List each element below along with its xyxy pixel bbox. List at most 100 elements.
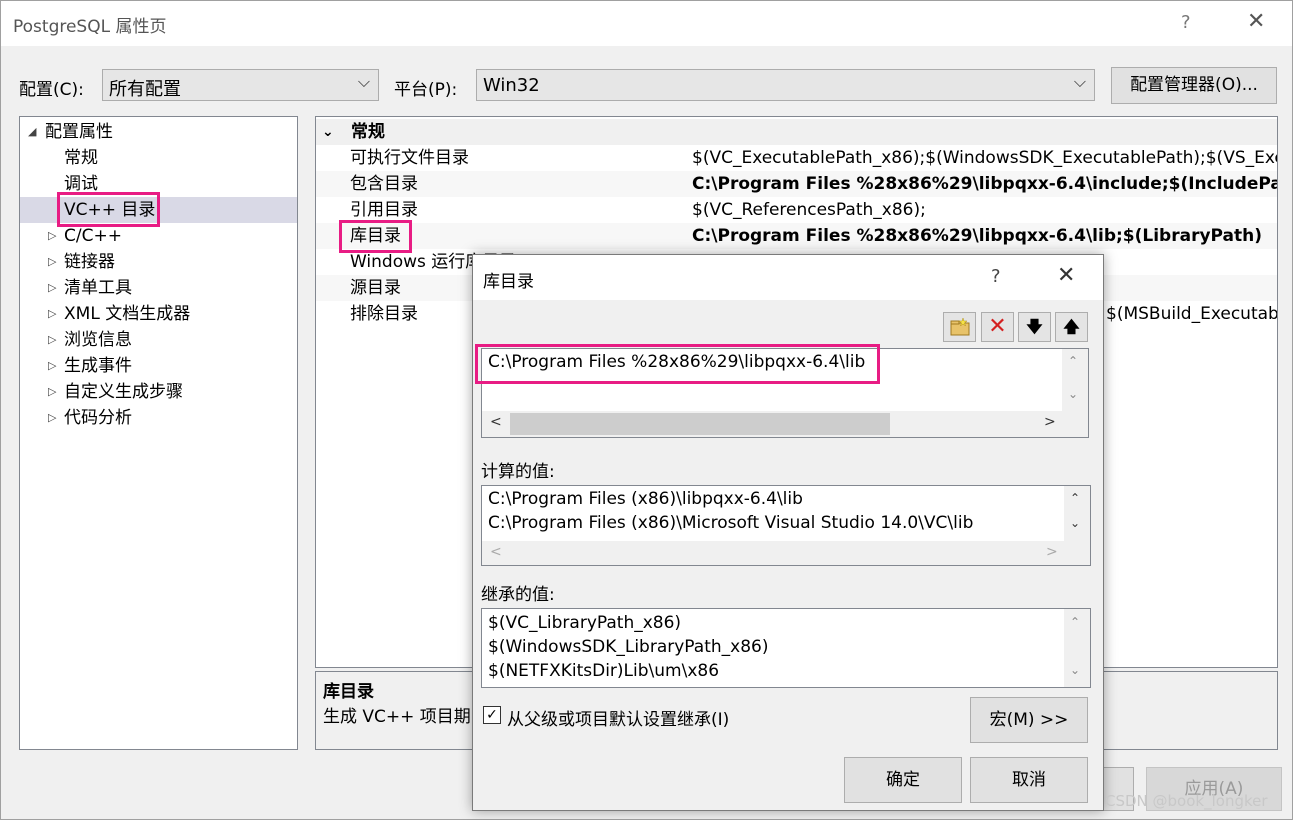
category-label: 常规: [351, 122, 385, 142]
cancel-button[interactable]: 取消: [970, 757, 1088, 803]
scroll-up-icon[interactable]: ⌃: [1070, 615, 1080, 629]
triangle-right-icon[interactable]: ▷: [48, 353, 56, 379]
tree-item-label: 常规: [64, 148, 98, 168]
triangle-right-icon[interactable]: ▷: [48, 275, 56, 301]
tree-item[interactable]: ▷ 自定义生成步骤: [20, 379, 297, 405]
tree-item-selected[interactable]: VC++ 目录: [20, 197, 297, 223]
horizontal-scrollbar[interactable]: < >: [482, 541, 1090, 565]
vertical-scrollbar[interactable]: ⌃ ⌄: [1064, 609, 1090, 687]
close-icon[interactable]: ✕: [1247, 9, 1265, 34]
tree-item[interactable]: ▷ 清单工具: [20, 275, 297, 301]
dialog-title: 库目录: [483, 272, 534, 292]
scroll-up-icon[interactable]: ⌃: [1070, 491, 1080, 505]
scroll-right-icon[interactable]: >: [1046, 544, 1058, 560]
property-row[interactable]: 包含目录 C:\Program Files %28x86%29\libpqxx-6…: [316, 171, 1277, 197]
evaluated-label: 计算的值:: [481, 462, 555, 482]
dialog-title-bar: 库目录 ? ✕: [473, 255, 1103, 300]
tree-item[interactable]: 常规: [20, 145, 297, 171]
property-value: $(VC_ReferencesPath_x86);: [692, 200, 926, 220]
inherited-line: $(VC_LibraryPath_x86): [488, 613, 682, 633]
triangle-right-icon[interactable]: ▷: [48, 249, 56, 275]
settings-tree: ◢ 配置属性 常规 调试 VC++ 目录 ▷ C/C++ ▷ 链接器 ▷ 清单工具 ▷…: [19, 116, 298, 750]
config-value: 所有配置: [109, 79, 181, 100]
tree-item[interactable]: ▷ 链接器: [20, 249, 297, 275]
tree-item[interactable]: ▷ 代码分析: [20, 405, 297, 431]
property-name: 可执行文件目录: [350, 148, 469, 168]
move-down-button[interactable]: 🡇: [1018, 312, 1051, 342]
vertical-scrollbar[interactable]: ⌃ ⌄: [1064, 486, 1090, 541]
evaluated-line: C:\Program Files (x86)\libpqxx-6.4\lib: [488, 489, 803, 509]
property-row-selected[interactable]: 库目录 C:\Program Files %28x86%29\libpqxx-6.…: [316, 223, 1277, 249]
triangle-down-icon[interactable]: ◢: [28, 119, 36, 145]
description-title: 库目录: [323, 682, 374, 702]
evaluated-values-list: C:\Program Files (x86)\libpqxx-6.4\lib C…: [481, 485, 1091, 566]
macro-button[interactable]: 宏(M) >>: [970, 697, 1088, 743]
scroll-left-icon[interactable]: <: [490, 414, 502, 430]
tree-item[interactable]: 调试: [20, 171, 297, 197]
config-select[interactable]: 所有配置 ⌵: [102, 69, 379, 101]
vertical-scrollbar[interactable]: ⌃ ⌄: [1062, 349, 1088, 411]
tree-item[interactable]: ▷ XML 文档生成器: [20, 301, 297, 327]
triangle-right-icon[interactable]: ▷: [48, 223, 56, 249]
inherit-checkbox-label[interactable]: 从父级或项目默认设置继承(I): [507, 705, 729, 730]
close-icon[interactable]: ✕: [1057, 263, 1075, 288]
property-value: $(VC_ExecutablePath_x86);$(WindowsSDK_Ex…: [692, 148, 1277, 168]
property-value: C:\Program Files %28x86%29\libpqxx-6.4\i…: [692, 174, 1277, 194]
folder-new-icon: [950, 317, 969, 336]
title-bar: PostgreSQL 属性页 ? ✕: [1, 1, 1292, 46]
inherited-label: 继承的值:: [481, 585, 555, 605]
platform-select[interactable]: Win32 ⌵: [476, 69, 1095, 101]
triangle-right-icon[interactable]: ▷: [48, 405, 56, 431]
arrow-up-icon: 🡅: [1063, 317, 1080, 336]
tree-item[interactable]: ▷ C/C++: [20, 223, 297, 249]
tree-item-label: 代码分析: [64, 408, 132, 428]
tree-item-label: 链接器: [64, 252, 115, 272]
scroll-right-icon[interactable]: >: [1044, 414, 1056, 430]
move-up-button[interactable]: 🡅: [1055, 312, 1088, 342]
property-name: 引用目录: [350, 200, 418, 220]
ok-button[interactable]: 确定: [844, 757, 962, 803]
property-row[interactable]: 引用目录 $(VC_ReferencesPath_x86);: [316, 197, 1277, 223]
config-label: 配置(C):: [19, 80, 84, 100]
dialog-help-button[interactable]: ?: [991, 266, 1001, 287]
scroll-down-icon[interactable]: ⌄: [1068, 387, 1078, 401]
tree-root[interactable]: ◢ 配置属性: [20, 119, 297, 145]
platform-label: 平台(P):: [394, 80, 458, 100]
tree-item-label: VC++ 目录: [64, 200, 156, 220]
triangle-right-icon[interactable]: ▷: [48, 379, 56, 405]
delete-line-button[interactable]: ✕: [981, 312, 1014, 342]
scroll-down-icon[interactable]: ⌄: [1070, 516, 1080, 530]
chevron-down-icon: ⌵: [1073, 72, 1086, 91]
chevron-down-icon[interactable]: ⌄: [322, 119, 334, 145]
scroll-left-icon[interactable]: <: [490, 544, 502, 560]
directory-edit-list[interactable]: C:\Program Files %28x86%29\libpqxx-6.4\l…: [481, 348, 1089, 438]
triangle-right-icon[interactable]: ▷: [48, 327, 56, 353]
tree-item[interactable]: ▷ 生成事件: [20, 353, 297, 379]
tree-item-label: 生成事件: [64, 356, 132, 376]
library-directories-dialog: 库目录 ? ✕ ✕ 🡇 🡅 C:\Program Files %28x86%29…: [472, 254, 1104, 811]
arrow-down-icon: 🡇: [1026, 317, 1043, 336]
chevron-down-icon: ⌵: [357, 72, 370, 91]
window-title: PostgreSQL 属性页: [13, 17, 167, 37]
config-manager-button[interactable]: 配置管理器(O)...: [1111, 67, 1277, 104]
tree-root-label: 配置属性: [45, 122, 113, 142]
tree-item-label: XML 文档生成器: [64, 304, 191, 324]
scroll-down-icon[interactable]: ⌄: [1070, 663, 1080, 677]
category-header[interactable]: ⌄ 常规: [316, 119, 1277, 145]
tree-item-label: 调试: [64, 174, 98, 194]
property-row[interactable]: 可执行文件目录 $(VC_ExecutablePath_x86);$(Window…: [316, 145, 1277, 171]
property-name: 包含目录: [350, 174, 418, 194]
scroll-up-icon[interactable]: ⌃: [1068, 354, 1078, 368]
tree-item[interactable]: ▷ 浏览信息: [20, 327, 297, 353]
directory-line[interactable]: C:\Program Files %28x86%29\libpqxx-6.4\l…: [488, 352, 865, 372]
help-button[interactable]: ?: [1181, 12, 1191, 33]
triangle-right-icon[interactable]: ▷: [48, 301, 56, 327]
watermark: CSDN @book_longker: [1105, 792, 1268, 810]
inherit-checkbox[interactable]: ✓: [483, 706, 501, 724]
horizontal-scrollbar[interactable]: < >: [482, 411, 1088, 437]
property-value: C:\Program Files %28x86%29\libpqxx-6.4\l…: [692, 226, 1263, 246]
evaluated-line: C:\Program Files (x86)\Microsoft Visual …: [488, 513, 974, 533]
new-line-button[interactable]: [943, 312, 976, 342]
tree-item-label: 清单工具: [64, 278, 132, 298]
scrollbar-thumb[interactable]: [510, 413, 890, 435]
